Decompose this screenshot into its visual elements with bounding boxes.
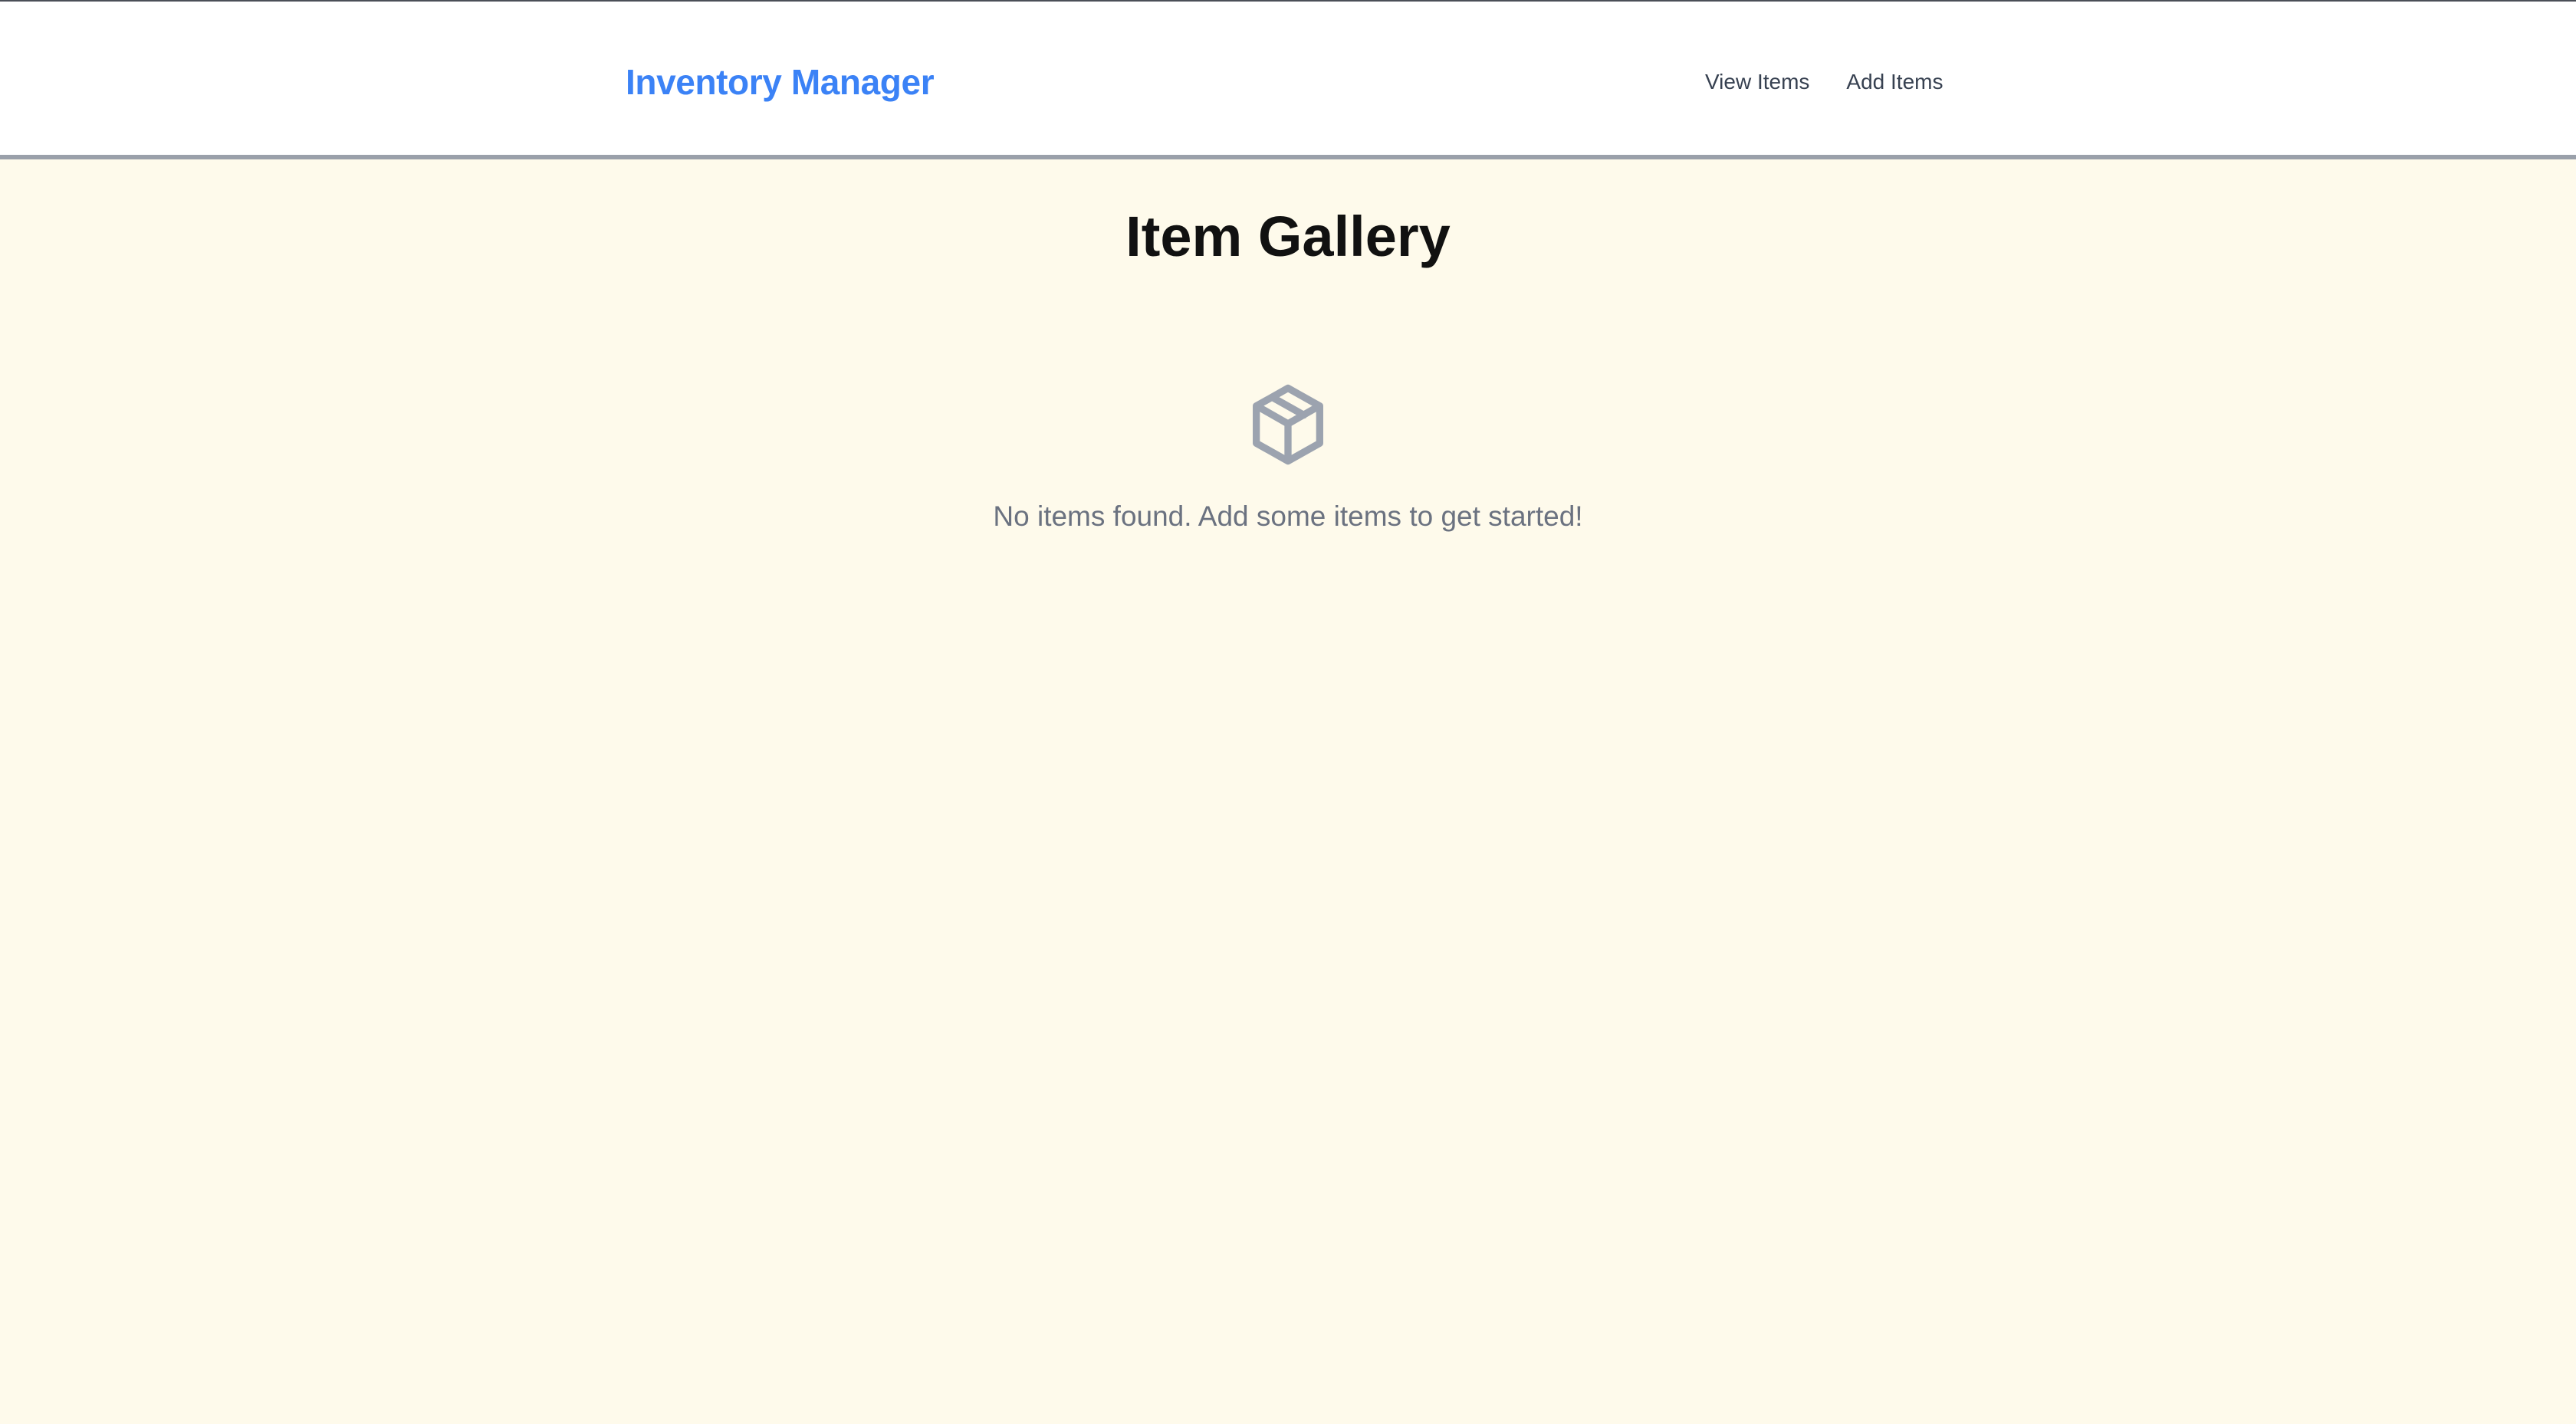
- app-window: Inventory Manager View Items Add Items I…: [0, 0, 2576, 1424]
- app-brand[interactable]: Inventory Manager: [626, 60, 935, 104]
- nav-view-items-link[interactable]: View Items: [1705, 68, 1809, 96]
- main-content: Item Gallery No items found. Add some it…: [0, 159, 2576, 1424]
- package-icon: [1253, 384, 1323, 465]
- nav-add-items-link[interactable]: Add Items: [1846, 68, 1943, 96]
- top-navigation-bar: Inventory Manager View Items Add Items: [0, 0, 2576, 159]
- empty-state-message: No items found. Add some items to get st…: [993, 500, 1583, 532]
- primary-navigation: View Items Add Items: [1705, 68, 1943, 96]
- empty-state: No items found. Add some items to get st…: [0, 377, 2576, 535]
- page-title: Item Gallery: [1125, 205, 1451, 268]
